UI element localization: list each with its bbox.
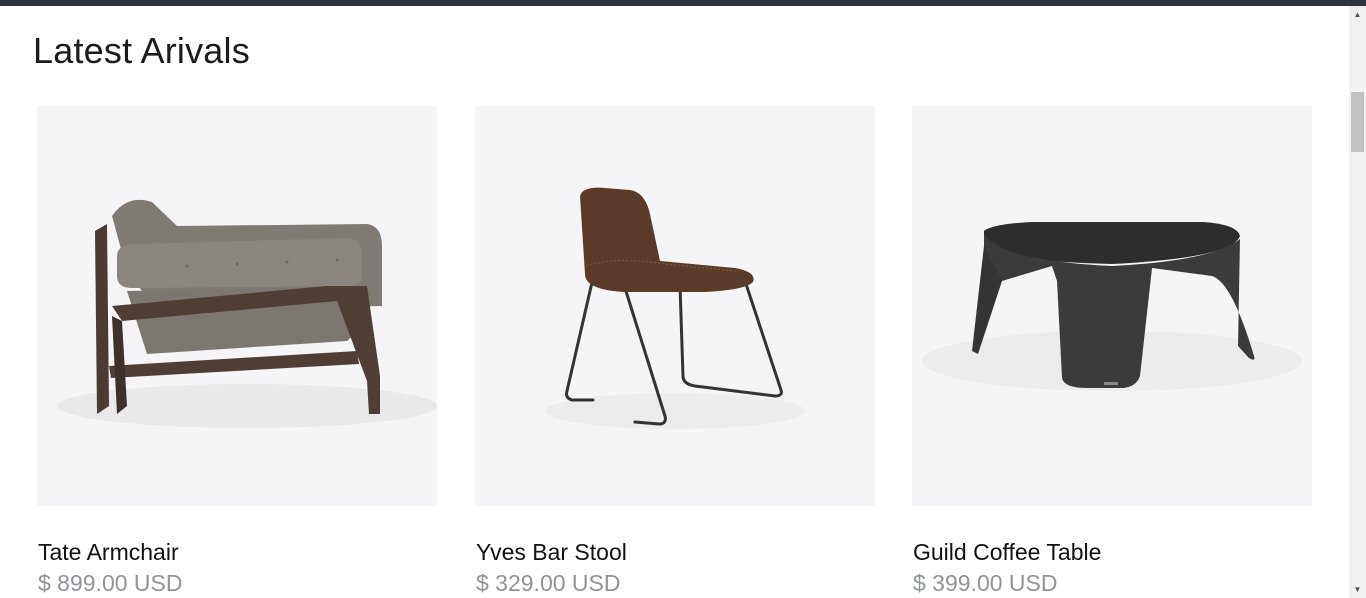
product-price: $ 329.00 USD bbox=[476, 570, 621, 596]
scroll-thumb[interactable] bbox=[1351, 92, 1364, 152]
product-price: $ 899.00 USD bbox=[38, 570, 183, 596]
scroll-up-icon[interactable]: ▲ bbox=[1349, 6, 1366, 23]
coffee-table-image[interactable] bbox=[912, 106, 1312, 506]
section-title: Latest Arivals bbox=[33, 30, 250, 71]
latest-arrivals-section: Latest Arivals Tate Armchair $ 899.00 US… bbox=[0, 6, 1349, 598]
product-card-yves-bar-stool[interactable]: Yves Bar Stool $ 329.00 USD bbox=[475, 106, 875, 596]
product-card-guild-coffee-table[interactable]: Guild Coffee Table $ 399.00 USD bbox=[912, 106, 1312, 596]
bar-stool-image[interactable] bbox=[475, 106, 875, 506]
product-price: $ 399.00 USD bbox=[913, 570, 1058, 596]
vertical-scrollbar[interactable]: ▲ ▼ bbox=[1349, 6, 1366, 598]
product-card-tate-armchair[interactable]: Tate Armchair $ 899.00 USD bbox=[37, 106, 437, 596]
armchair-image[interactable] bbox=[37, 106, 437, 506]
scroll-down-icon[interactable]: ▼ bbox=[1349, 581, 1366, 598]
product-name[interactable]: Yves Bar Stool bbox=[476, 539, 627, 566]
product-name[interactable]: Tate Armchair bbox=[38, 539, 179, 566]
product-name[interactable]: Guild Coffee Table bbox=[913, 539, 1101, 566]
